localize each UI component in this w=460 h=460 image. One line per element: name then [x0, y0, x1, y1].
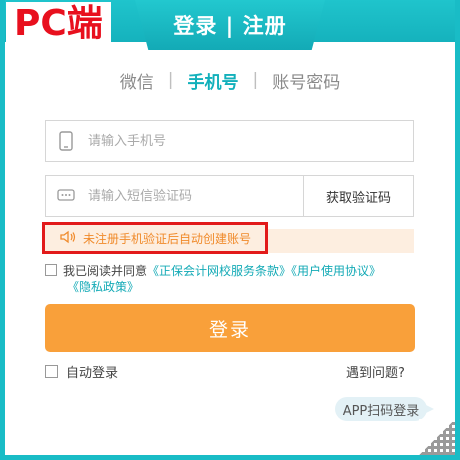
app-scan-login-button[interactable]: APP扫码登录 [335, 397, 434, 421]
tab-separator: | [252, 70, 259, 90]
service-terms-link[interactable]: 《正保会计网校服务条款》 [147, 264, 291, 278]
speaker-icon [59, 230, 77, 247]
get-code-button[interactable]: 获取验证码 [303, 176, 413, 216]
notice-highlight: 未注册手机验证后自动创建账号 [42, 222, 268, 254]
notice-text: 未注册手机验证后自动创建账号 [83, 231, 252, 246]
auto-login-label: 自动登录 [66, 366, 119, 381]
agreement-checkbox[interactable] [45, 264, 57, 276]
user-agreement-link[interactable]: 《用户使用协议》 [291, 264, 381, 278]
login-button[interactable]: 登录 [45, 304, 415, 352]
agreement-prefix: 我已阅读并同意 [63, 264, 148, 278]
agreement: 我已阅读并同意《正保会计网校服务条款》《用户使用协议》《隐私政策》 [45, 263, 415, 295]
tab-separator: | [167, 70, 174, 90]
pc-overlay-label: PC端 [6, 2, 111, 46]
auto-login-checkbox[interactable] [45, 365, 58, 378]
qr-code-icon[interactable] [419, 419, 455, 455]
phone-input[interactable] [86, 120, 413, 162]
phone-field[interactable] [45, 120, 414, 162]
privacy-policy-link[interactable]: 《隐私政策》 [67, 280, 139, 294]
sms-code-input[interactable] [86, 175, 303, 217]
sms-code-field[interactable]: 获取验证码 [45, 175, 414, 217]
tab-account-password[interactable]: 账号密码 [272, 68, 340, 93]
help-link[interactable]: 遇到问题? [346, 362, 405, 381]
auto-login[interactable]: 自动登录 [45, 362, 118, 381]
tab-phone[interactable]: 手机号 [188, 68, 239, 93]
tab-wechat[interactable]: 微信 [120, 68, 154, 93]
header-title: 登录 | 注册 [135, 0, 325, 50]
phone-icon [46, 131, 86, 151]
login-method-tabs: 微信 | 手机号 | 账号密码 [0, 68, 460, 93]
message-icon [46, 189, 86, 203]
